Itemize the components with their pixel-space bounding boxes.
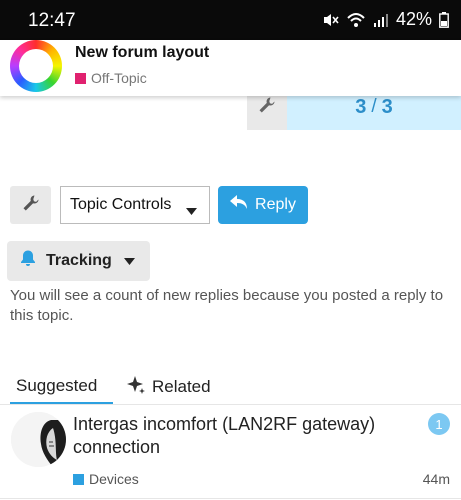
topic-category[interactable]: Off-Topic bbox=[75, 70, 147, 86]
progress-total: 3 bbox=[381, 95, 393, 118]
topic-controls-dropdown[interactable]: Topic Controls bbox=[60, 186, 210, 224]
tab-suggested[interactable]: Suggested bbox=[10, 369, 113, 405]
suggested-topic-category[interactable]: Devices bbox=[73, 471, 139, 487]
reply-label: Reply bbox=[255, 196, 296, 213]
unread-count-badge[interactable]: 1 bbox=[428, 413, 450, 435]
bell-icon bbox=[20, 250, 36, 272]
category-color-square bbox=[75, 72, 86, 84]
battery-level: 42% bbox=[395, 9, 432, 29]
topic-title[interactable]: New forum layout bbox=[75, 44, 209, 62]
topic-header: New forum layout Off-Topic bbox=[0, 40, 461, 96]
wifi-icon bbox=[346, 11, 366, 29]
tab-related[interactable]: Related bbox=[126, 369, 211, 405]
progress-separator: / bbox=[371, 96, 377, 117]
tab-related-label: Related bbox=[152, 377, 211, 396]
notification-level-button[interactable]: Tracking bbox=[7, 241, 150, 281]
suggested-topic-title[interactable]: Intergas incomfort (LAN2RF gateway) conn… bbox=[73, 413, 403, 459]
reply-icon bbox=[230, 195, 248, 215]
reply-button[interactable]: Reply bbox=[218, 186, 308, 224]
suggested-related-tabs: Suggested Related bbox=[0, 369, 461, 405]
wrench-icon bbox=[258, 96, 276, 119]
topic-controls-label: Topic Controls bbox=[70, 196, 172, 213]
status-icons: 42% bbox=[321, 9, 449, 30]
list-item[interactable]: Intergas incomfort (LAN2RF gateway) conn… bbox=[0, 405, 461, 500]
avatar[interactable] bbox=[11, 412, 66, 467]
signal-icon bbox=[373, 12, 389, 28]
status-time: 12:47 bbox=[28, 10, 76, 31]
progress-current: 3 bbox=[355, 95, 367, 118]
mute-icon bbox=[321, 11, 339, 29]
caret-down-icon bbox=[123, 252, 135, 270]
row-divider bbox=[0, 498, 461, 499]
notification-level-description: You will see a count of new replies beca… bbox=[10, 287, 444, 324]
topic-admin-button[interactable] bbox=[10, 186, 51, 224]
category-label: Off-Topic bbox=[91, 70, 147, 86]
category-label: Devices bbox=[89, 471, 139, 487]
tracking-label: Tracking bbox=[46, 252, 112, 269]
topic-age[interactable]: 44m bbox=[423, 471, 450, 487]
caret-down-icon bbox=[186, 202, 197, 220]
sparkle-icon bbox=[126, 375, 146, 400]
category-color-square bbox=[73, 473, 84, 485]
tab-suggested-label: Suggested bbox=[16, 375, 98, 395]
site-logo[interactable] bbox=[10, 40, 62, 92]
wrench-icon bbox=[22, 194, 40, 217]
battery-icon bbox=[439, 11, 449, 28]
status-bar: 12:47 42% bbox=[0, 0, 461, 40]
